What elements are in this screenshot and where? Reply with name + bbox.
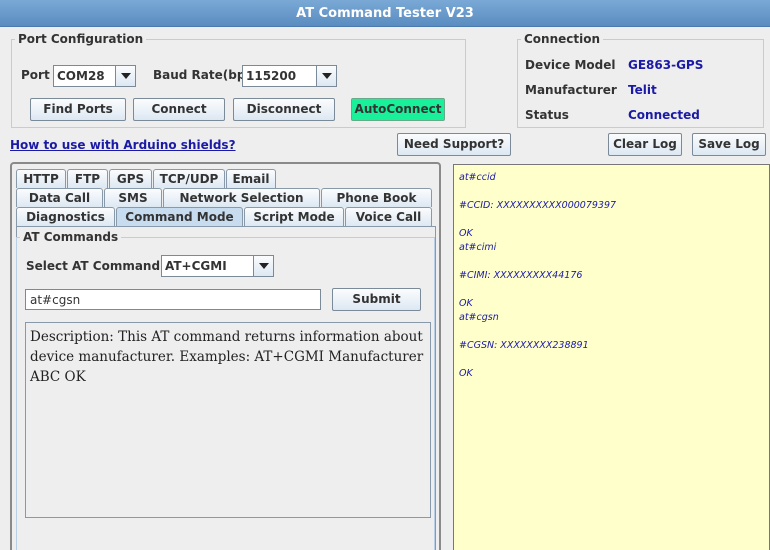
at-command-select-value: AT+CGMI (165, 259, 227, 273)
status-value: Connected (628, 108, 700, 122)
device-model-value: GE863-GPS (628, 58, 704, 72)
tab-sms[interactable]: SMS (104, 188, 162, 207)
autoconnect-button[interactable]: AutoConnect (351, 98, 445, 121)
at-commands-legend: AT Commands (23, 230, 119, 244)
log-line: #CIMI: XXXXXXXXX44176 (459, 270, 583, 281)
tab-tcp-udp[interactable]: TCP/UDP (153, 169, 225, 188)
tab-ftp[interactable]: FTP (67, 169, 108, 188)
connect-button[interactable]: Connect (133, 98, 225, 121)
select-at-command-label: Select AT Command (26, 259, 161, 273)
log-line: OK (459, 228, 473, 239)
save-log-button[interactable]: Save Log (692, 133, 766, 156)
clear-log-button[interactable]: Clear Log (608, 133, 682, 156)
response-log[interactable]: at#ccid #CCID: XXXXXXXXXX000079397 OK at#ci… (453, 164, 770, 550)
tab-phone-book[interactable]: Phone Book (321, 188, 432, 207)
log-line: at#ccid (459, 172, 496, 183)
tab-voice-call[interactable]: Voice Call (345, 207, 432, 226)
port-select[interactable]: COM28 (53, 65, 136, 87)
find-ports-button[interactable]: Find Ports (30, 98, 126, 121)
baud-rate-select-value: 115200 (246, 69, 297, 83)
chevron-down-icon[interactable] (316, 66, 336, 86)
port-select-value: COM28 (57, 69, 105, 83)
submit-button[interactable]: Submit (332, 288, 421, 311)
chevron-down-icon[interactable] (253, 256, 273, 276)
log-line: #CGSN: XXXXXXXX238891 (459, 340, 589, 351)
at-command-select[interactable]: AT+CGMI (161, 255, 274, 277)
port-configuration-legend: Port Configuration (18, 32, 144, 46)
port-label: Port (21, 68, 50, 82)
tab-data-call[interactable]: Data Call (16, 188, 103, 207)
status-label: Status (525, 108, 569, 122)
tab-gps[interactable]: GPS (109, 169, 152, 188)
chevron-down-icon[interactable] (115, 66, 135, 86)
tab-email[interactable]: Email (226, 169, 276, 188)
tab-http[interactable]: HTTP (16, 169, 66, 188)
at-command-input[interactable] (25, 289, 321, 310)
window-title: AT Command Tester V23 (0, 0, 770, 27)
arduino-help-link[interactable]: How to use with Arduino shields? (10, 138, 236, 152)
log-line: OK (459, 298, 473, 309)
baud-rate-select[interactable]: 115200 (242, 65, 337, 87)
tab-script-mode[interactable]: Script Mode (244, 207, 344, 226)
disconnect-button[interactable]: Disconnect (233, 98, 335, 121)
manufacturer-value: Telit (628, 83, 657, 97)
manufacturer-label: Manufacturer (525, 83, 617, 97)
tab-network-selection[interactable]: Network Selection (163, 188, 320, 207)
log-line: OK (459, 368, 473, 379)
command-description: Description: This AT command returns inf… (25, 322, 431, 518)
log-line: at#cgsn (459, 312, 499, 323)
tab-diagnostics[interactable]: Diagnostics (16, 207, 115, 226)
log-line: at#cimi (459, 242, 497, 253)
tab-command-mode[interactable]: Command Mode (116, 207, 243, 228)
log-line: #CCID: XXXXXXXXXX000079397 (459, 200, 617, 211)
connection-legend: Connection (524, 32, 601, 46)
need-support-button[interactable]: Need Support? (397, 133, 511, 156)
device-model-label: Device Model (525, 58, 616, 72)
